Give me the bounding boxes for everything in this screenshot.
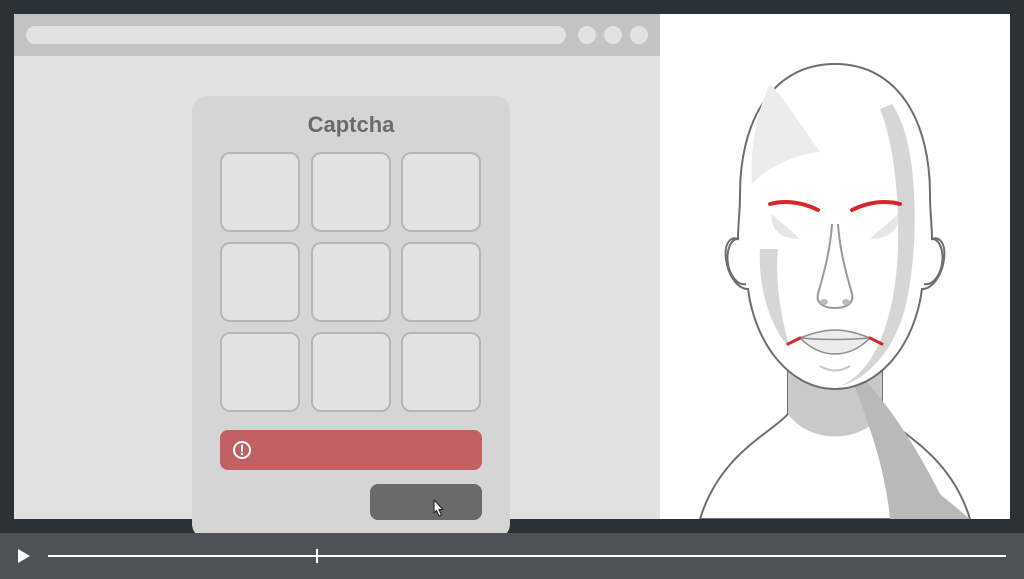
browser-window: Captcha (14, 14, 660, 519)
play-icon[interactable] (18, 549, 30, 563)
alert-circle-icon (232, 440, 252, 460)
pointer-cursor-icon (428, 498, 448, 522)
captcha-tile[interactable] (220, 242, 300, 322)
url-bar[interactable] (26, 26, 566, 44)
captcha-submit-button[interactable] (370, 484, 482, 520)
captcha-tile[interactable] (220, 332, 300, 412)
captcha-card: Captcha (192, 96, 510, 538)
captcha-tile[interactable] (401, 242, 481, 322)
illustration-stage: Captcha (14, 14, 1010, 519)
face-illustration (660, 14, 1010, 519)
window-controls (578, 26, 648, 44)
progress-marker[interactable] (316, 549, 318, 563)
browser-titlebar (14, 14, 660, 56)
captcha-tile[interactable] (220, 152, 300, 232)
captcha-tile[interactable] (311, 242, 391, 322)
captcha-tile[interactable] (311, 332, 391, 412)
captcha-error-banner (220, 430, 482, 470)
window-dot-icon (604, 26, 622, 44)
captcha-tile[interactable] (401, 332, 481, 412)
user-face-pane (660, 14, 1010, 519)
video-playbar (0, 533, 1024, 579)
window-dot-icon (630, 26, 648, 44)
window-dot-icon (578, 26, 596, 44)
captcha-tile[interactable] (311, 152, 391, 232)
captcha-grid (220, 152, 482, 412)
progress-track[interactable] (48, 555, 1006, 557)
captcha-tile[interactable] (401, 152, 481, 232)
captcha-title: Captcha (210, 112, 492, 138)
